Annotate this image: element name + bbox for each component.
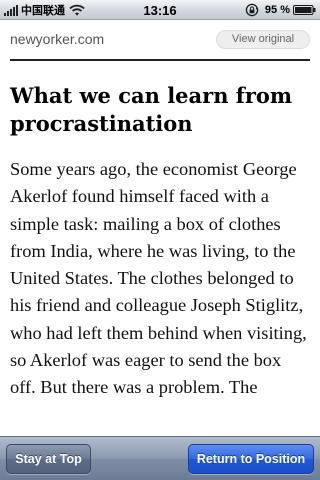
site-name: newyorker.com (10, 31, 105, 47)
return-to-position-button[interactable]: Return to Position (188, 444, 314, 474)
site-header: newyorker.com View original (10, 20, 310, 60)
article-body: Some years ago, the economist George Ake… (10, 159, 307, 398)
bottom-toolbar: Stay at Top Return to Position (0, 436, 320, 480)
status-right: 95 % (245, 2, 316, 18)
battery-icon (293, 5, 316, 15)
view-original-button[interactable]: View original (216, 30, 310, 49)
status-bar: 中国联通 13:16 95 % (0, 0, 320, 20)
stay-at-top-button[interactable]: Stay at Top (6, 444, 91, 474)
header-divider (10, 59, 310, 61)
article-title: What we can learn from procrastination (10, 83, 293, 136)
rotation-lock-icon (245, 3, 259, 17)
battery-percent: 95 % (264, 4, 290, 16)
